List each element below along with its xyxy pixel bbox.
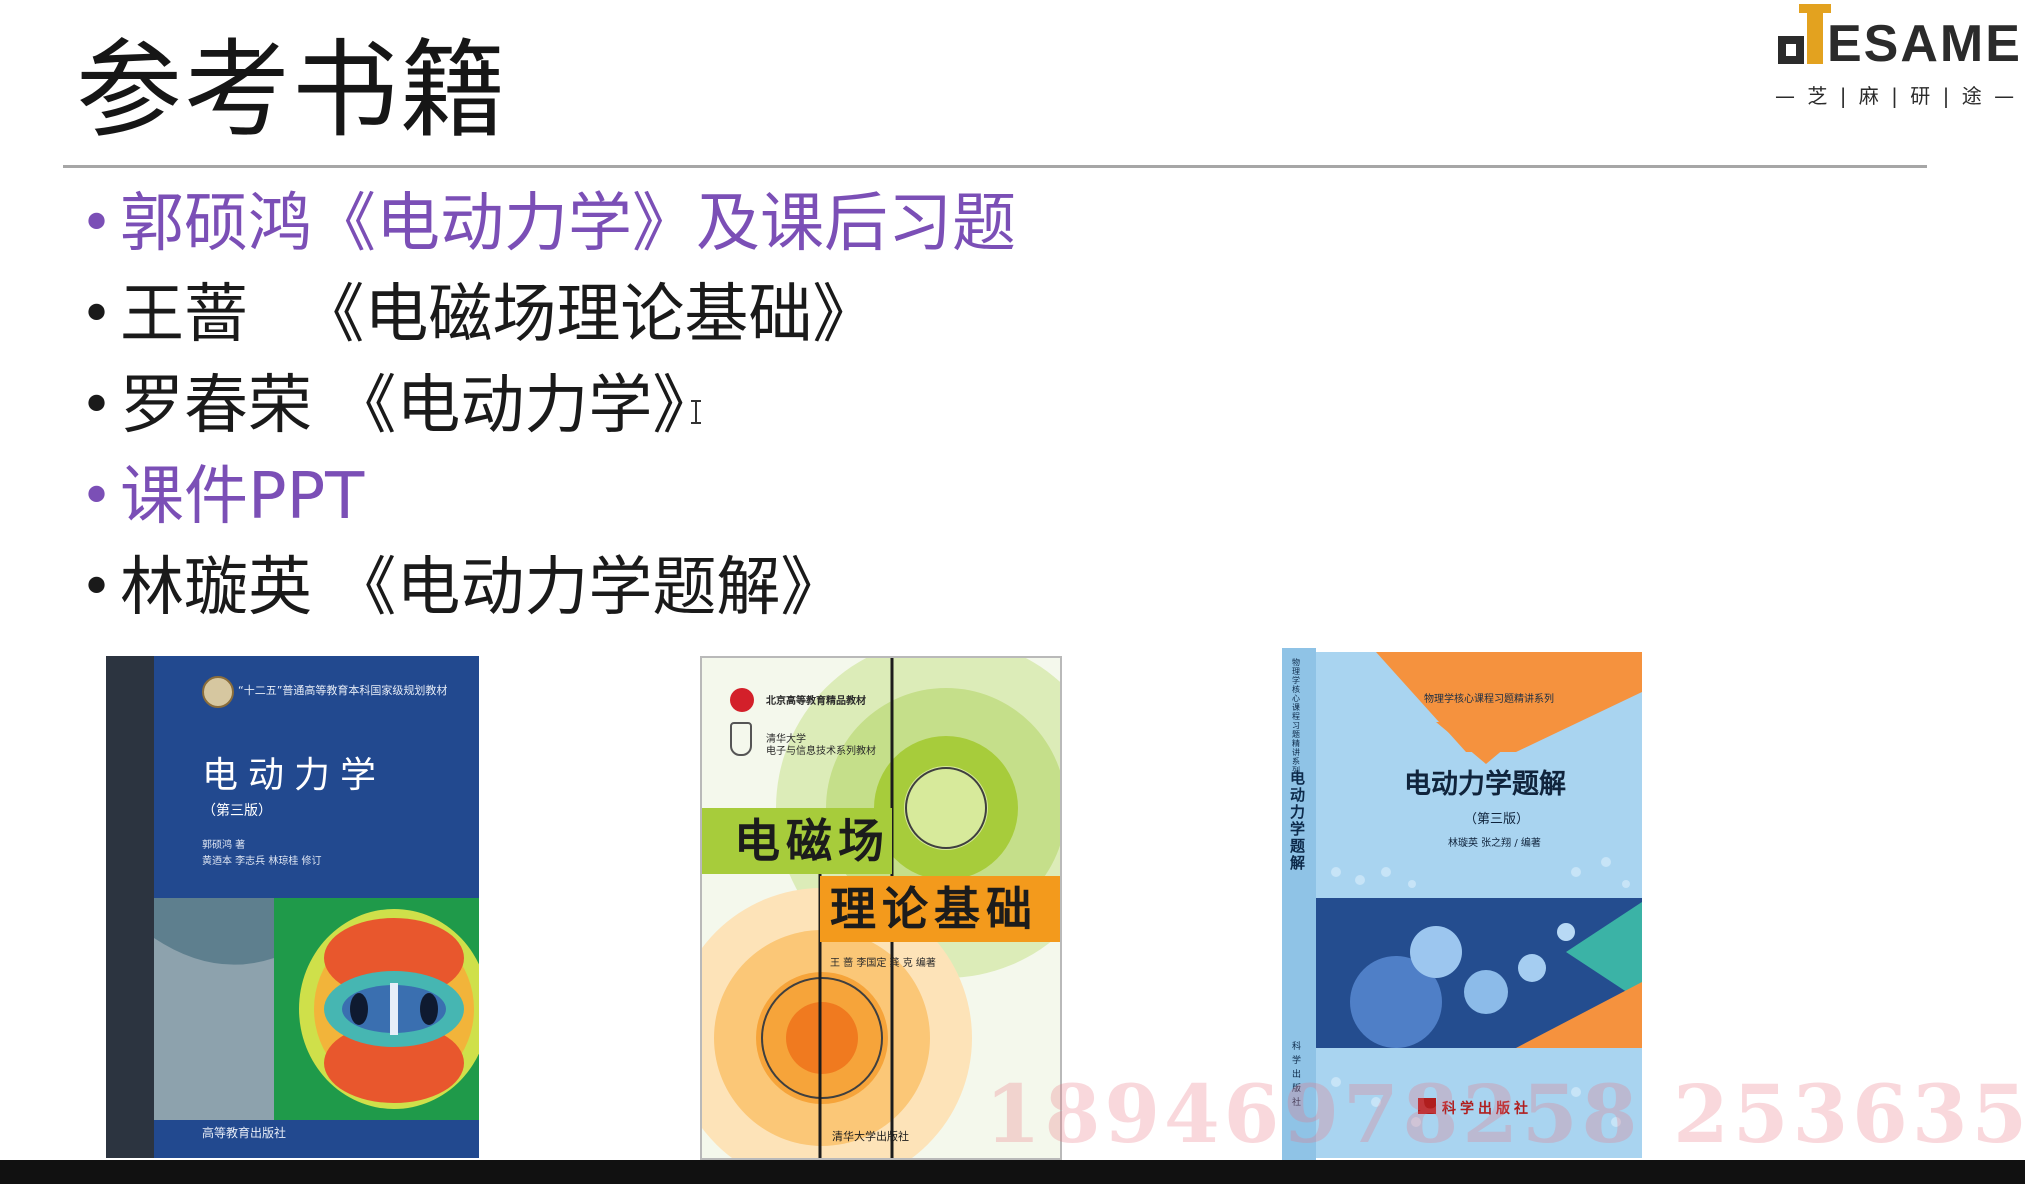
book-edition: （第三版） (1464, 812, 1530, 827)
book-edition: （第三版） (202, 803, 272, 819)
bullet: • (80, 555, 114, 620)
reference-text: 王蔷 《电磁场理论基础》 (120, 278, 877, 352)
university-emblem-icon (730, 722, 752, 756)
book-series: “十二五”普通高等教育本科国家级规划教材 (238, 684, 448, 697)
reference-text: 郭硕鸿《电动力学》及课后习题 (120, 187, 1016, 261)
book-series: 物理学核心课程习题精讲系列 (1424, 694, 1554, 705)
award-badge-icon (730, 688, 754, 712)
bullet: • (80, 191, 114, 256)
reference-list: • 郭硕鸿《电动力学》及课后习题 • 王蔷 《电磁场理论基础》 • 罗春荣 《电… (76, 180, 1016, 635)
reference-text: 罗春荣 《电动力学》 (120, 369, 717, 443)
logo-tagline: — 芝 | 麻 | 研 | 途 — (1775, 84, 2018, 108)
title-divider (63, 165, 1927, 168)
book-title: 电动力学题解 (1404, 769, 1566, 800)
emblem-icon (202, 676, 234, 708)
reference-item: • 罗春荣 《电动力学》 (76, 362, 1016, 453)
field-pattern-image (154, 898, 479, 1120)
book-revisors: 黄迺本 李志兵 林琼桂 修订 (202, 856, 322, 867)
watermark-text: 18946978258 2536359188 (985, 1067, 2025, 1161)
book-series: 北京高等教育精品教材 (766, 696, 866, 707)
reference-text: 课件PPT (120, 460, 365, 534)
reference-item: • 郭硕鸿《电动力学》及课后习题 (76, 180, 1016, 271)
book-publisher: 高等教育出版社 (202, 1126, 287, 1140)
book-spine (106, 656, 154, 1158)
reference-text: 林璇英 《电动力学题解》 (120, 551, 845, 625)
bullet: • (80, 464, 114, 529)
book-authors: 郭硕鸿 著 (202, 840, 246, 851)
text-cursor-icon (690, 400, 702, 424)
book-cover-guo-electrodynamics: “十二五”普通高等教育本科国家级规划教材 电动力学 （第三版） 郭硕鸿 著 黄迺… (106, 656, 479, 1158)
bullet: • (80, 282, 114, 347)
spine-series: 物理学核心课程习题精讲系列 (1292, 658, 1300, 775)
book-title: 电动力学 (202, 755, 387, 796)
book-series: 电子与信息技术系列教材 (766, 746, 876, 757)
book-publisher: 清华大学出版社 (832, 1130, 909, 1143)
book-authors: 王 蔷 李国定 龚 克 编著 (830, 958, 936, 969)
reference-item: • 课件PPT (76, 453, 1016, 544)
book-authors: 林璇英 张之翔 / 编著 (1448, 838, 1541, 849)
reference-item: • 王蔷 《电磁场理论基础》 (76, 271, 1016, 362)
reference-item: • 林璇英 《电动力学题解》 (76, 544, 1016, 635)
slide-title: 参考书籍 (76, 29, 508, 152)
logo-accent-icon (1799, 4, 1831, 64)
bottom-bar (0, 1160, 2025, 1184)
slide: 参考书籍 ESAME — 芝 | 麻 | 研 | 途 — • 郭硕鸿《电动力学》… (0, 0, 2025, 1160)
spine-title: 电动力学题解 (1290, 769, 1306, 872)
book-title-line: 电磁场 (734, 814, 890, 868)
brand-logo: ESAME — 芝 | 麻 | 研 | 途 — (1775, 4, 2020, 108)
bullet: • (80, 373, 114, 438)
logo-brand-text: ESAME (1827, 15, 2022, 73)
logo-mark-icon (1778, 36, 1804, 64)
book-title-line: 理论基础 (830, 882, 1038, 936)
